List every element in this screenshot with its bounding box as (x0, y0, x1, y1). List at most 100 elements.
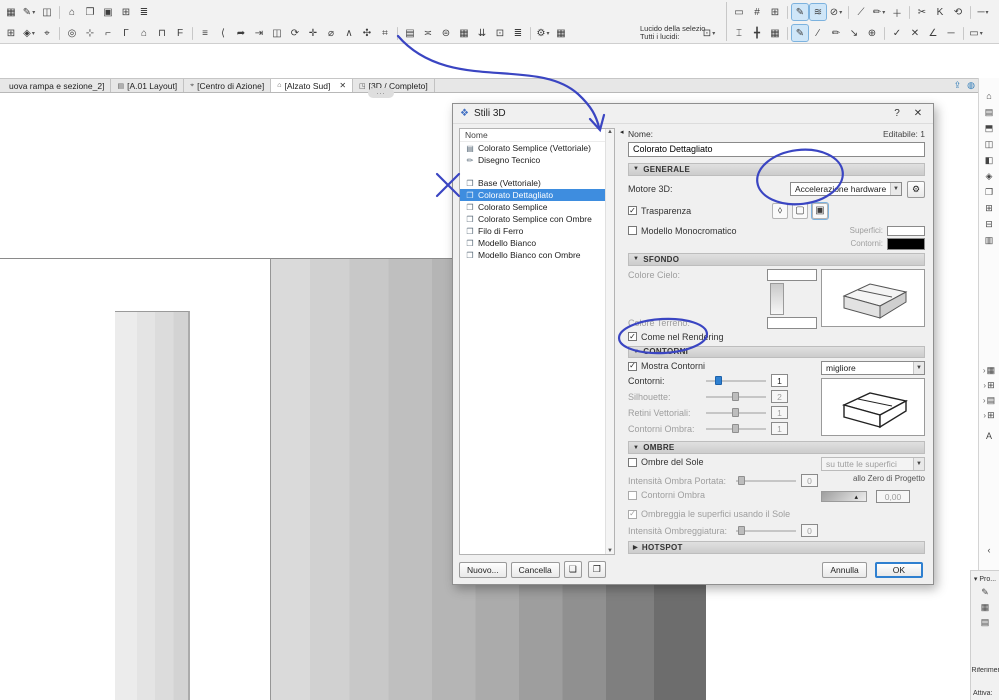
section-generale[interactable]: ▼ GENERALE (628, 162, 925, 176)
separator[interactable]: ▾ (963, 26, 964, 40)
scroll-up-icon[interactable]: ▲ (607, 129, 613, 135)
slash-tool-icon[interactable]: ∕▾ (810, 25, 826, 41)
list-view-icon[interactable]: ≣▾ (136, 4, 152, 20)
quick-layers-icon[interactable]: ⊡ ▾ (701, 25, 717, 41)
grid-snap-icon[interactable]: #▾ (749, 4, 765, 20)
shadow-gradient-swatch[interactable]: ▴ (821, 491, 867, 503)
sketch-mode-icon[interactable]: ▢ (792, 202, 808, 219)
document-tab[interactable]: ▤ [A.01 Layout] (111, 79, 185, 92)
render-background-checkbox[interactable] (628, 332, 637, 341)
spline-tool-icon[interactable]: ✣▾ (359, 25, 375, 41)
section-collapse-icon[interactable]: ▼ (633, 166, 639, 172)
zoom-tool-icon[interactable]: ◎▾ (64, 25, 80, 41)
separator[interactable]: ▾ (848, 5, 849, 19)
minus-icon[interactable]: ─ ▾ (975, 4, 991, 20)
tree-item-sections[interactable]: › ⊞ (983, 378, 994, 393)
intersect-icon[interactable]: ╋▾ (749, 25, 765, 41)
settings-icon[interactable]: ⚙ ▾ (535, 25, 551, 41)
separator[interactable]: ▾ (970, 5, 971, 19)
reference-grid-icon[interactable]: ▦ (981, 602, 990, 617)
windows-icon[interactable]: ❐▾ (82, 4, 98, 20)
delete-style-button[interactable]: Cancella (510, 561, 560, 578)
pen-color-icon[interactable]: ✏ ▾ (871, 4, 887, 20)
separator[interactable]: ▾ (59, 26, 60, 40)
favorites-icon[interactable]: ◈ (986, 168, 993, 184)
style-list-item[interactable]: ✏ Disegno Tecnico (460, 154, 605, 166)
offset-icon[interactable]: ↘▾ (846, 25, 862, 41)
style-list-item[interactable]: ❐ Colorato Semplice con Ombre (460, 213, 605, 225)
cancel-icon[interactable]: ✕▾ (907, 25, 923, 41)
section-tool-icon[interactable]: ⟨▾ (215, 25, 231, 41)
transparency-checkbox[interactable] (628, 206, 637, 216)
layers-icon[interactable]: ≋▾ (809, 3, 827, 21)
slider-thumb[interactable] (732, 423, 740, 433)
ground-color-swatch[interactable] (767, 316, 817, 329)
column-tool-icon[interactable]: Γ▾ (118, 25, 134, 41)
pencil-tool-icon[interactable]: ✏▾ (828, 25, 844, 41)
contour-slider[interactable] (706, 391, 766, 402)
corner-tool-icon[interactable]: ⌐▾ (100, 25, 116, 41)
show-contours-checkbox[interactable] (628, 361, 637, 371)
snap-grid-icon[interactable]: ⊞▾ (767, 4, 783, 20)
edit-reference-icon[interactable]: ✎ (981, 587, 989, 602)
shade-intensity-slider[interactable] (736, 525, 796, 536)
slider-thumb[interactable] (732, 391, 740, 401)
separator[interactable]: ▾ (397, 26, 398, 40)
profile-icon[interactable]: ⌶▾ (731, 25, 747, 41)
selection-box-icon[interactable]: ▭ ▾ (968, 25, 984, 41)
tab-overflow-handle[interactable]: ... (368, 88, 394, 98)
scroll-down-icon[interactable]: ▼ (607, 548, 613, 554)
separator[interactable]: ▾ (530, 26, 531, 40)
line-weight-icon[interactable]: ⟋▾ (853, 4, 869, 20)
edit-pen-icon[interactable]: ✎▾ (791, 24, 809, 42)
mesh-tool-icon[interactable]: ▦▾ (456, 25, 472, 41)
keyboard-shortcut-icon[interactable]: K▾ (932, 4, 948, 20)
section-contorni[interactable]: ▼ CONTORNI (628, 345, 925, 359)
publish-icon[interactable]: ⇪ (954, 80, 962, 91)
view-map-icon[interactable]: ⬒ (985, 120, 994, 136)
slider-thumb[interactable] (737, 475, 745, 485)
origin-icon[interactable]: ⌖▾ (39, 25, 55, 41)
markup-pen-icon[interactable]: ✎ ▾ (21, 4, 37, 20)
grid-overlay-icon[interactable]: ▦▾ (3, 4, 19, 20)
reference-panel-header[interactable]: ▾ Pro... (974, 575, 996, 583)
dialog-title-bar[interactable]: ❖ Stili 3D ? ✕ (453, 104, 933, 124)
trim-icon[interactable]: ✂▾ (914, 4, 930, 20)
engine-dropdown[interactable]: Accelerazione hardware ▼ (790, 182, 902, 197)
contour-slider[interactable] (706, 407, 766, 418)
polyline-tool-icon[interactable]: ∧▾ (341, 25, 357, 41)
dimension-tool-icon[interactable]: ≍▾ (420, 25, 436, 41)
contour-slider[interactable] (706, 375, 766, 386)
textured-mode-icon[interactable]: ▣ (811, 201, 829, 220)
trace-reference-icon[interactable]: ◫▾ (39, 4, 55, 20)
shadow-surface-dropdown[interactable]: su tutte le superfici ▼ (821, 457, 925, 472)
annotate-icon[interactable]: ✎▾ (791, 3, 809, 21)
roof-tool-icon[interactable]: ⌂▾ (136, 25, 152, 41)
label-tool-icon[interactable]: ⊜▾ (438, 25, 454, 41)
properties-icon[interactable]: ▥ (985, 232, 994, 248)
reference-list-icon[interactable]: ▤ (981, 617, 990, 632)
dash-icon[interactable]: ─▾ (943, 25, 959, 41)
undo-icon[interactable]: ⟲▾ (950, 4, 966, 20)
door-tool-icon[interactable]: ◈ ▾ (21, 25, 37, 41)
section-hotspot[interactable]: ▶ HOTSPOT (628, 541, 925, 555)
style-name-input[interactable] (628, 142, 925, 157)
contour-quality-dropdown[interactable]: migliore ▼ (821, 361, 925, 376)
help-button[interactable]: ? (889, 108, 905, 119)
rotate-icon[interactable]: ⟳▾ (287, 25, 303, 41)
tree-item-elevations[interactable]: › ▤ (983, 393, 995, 408)
document-tab[interactable]: uova rampa e sezione_2] (0, 79, 112, 92)
wall-tool-icon[interactable]: ⊞▾ (3, 25, 19, 41)
collapse-all-icon[interactable]: ⊟ (985, 216, 993, 232)
grid-icon[interactable]: ▦▾ (767, 25, 783, 41)
organizer-icon[interactable]: ⊞▾ (118, 4, 134, 20)
publisher-icon[interactable]: ◧ (985, 152, 994, 168)
style-list-item[interactable]: ❐ Modello Bianco (460, 237, 605, 249)
slider-thumb[interactable] (715, 375, 722, 385)
surfaces-color-swatch[interactable] (887, 225, 925, 236)
detail-tool-icon[interactable]: ⇥▾ (251, 25, 267, 41)
separator[interactable]: ▾ (59, 5, 60, 19)
new-style-button[interactable]: Nuovo... (459, 561, 507, 578)
fill-tool-icon[interactable]: F▾ (172, 25, 188, 41)
pane-collapse-icon[interactable]: ◂ (620, 128, 624, 136)
